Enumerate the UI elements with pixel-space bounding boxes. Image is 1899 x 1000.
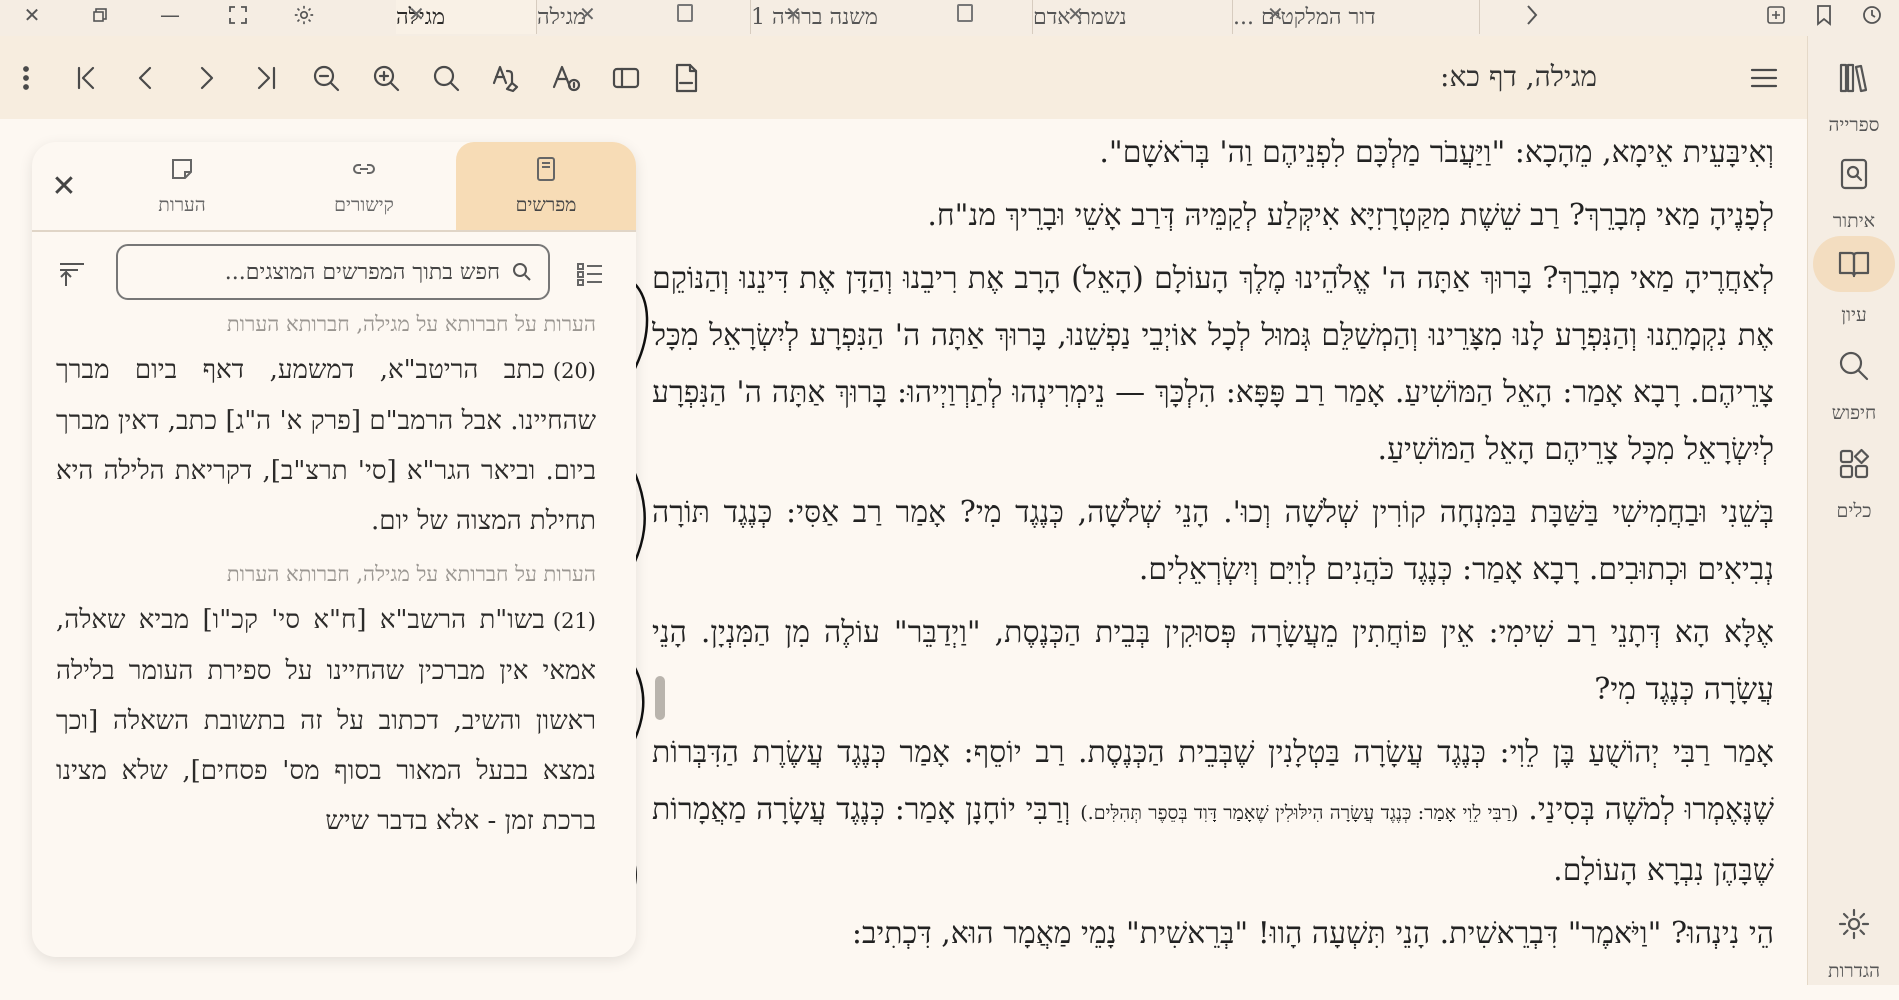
text-paragraph-with-note: אָמַר רַבִּי יְהוֹשֻׁעַ בֶּן לֵוִי: כְּנ… [652, 724, 1774, 899]
inline-small-note: (רַבִּי לֵוִי אָמַר: כְּנֶגֶד עֲשָׂרָה ה… [1080, 802, 1519, 824]
text-paragraph: אֶלָּא הָא דְּתָנֵי רַב שִׁימִי: אֵין פּ… [652, 615, 1774, 707]
commentary-text: כתב הריטב"א, דמשמע, דאף ביום מברך שהחיינ… [56, 355, 596, 536]
text-cleanup-icon[interactable] [484, 56, 528, 100]
tab-links[interactable]: קישורים [274, 142, 454, 230]
close-tab-icon[interactable]: ✕ [1067, 2, 1084, 26]
commentary-entry[interactable]: הערות על חברותא על מגילה, חברותא הערות (… [32, 562, 636, 846]
tab-nishmat-adam[interactable]: נשמת אדם ✕ [1032, 0, 1233, 34]
commentary-search-input[interactable]: חפש בתוך המפרשים המוצגים... [116, 244, 550, 300]
rail-item-library[interactable]: ספרייה [1808, 54, 1899, 154]
rail-item-label: ספרייה [1828, 114, 1880, 136]
close-window-icon[interactable]: ✕ [12, 0, 52, 30]
text-paragraph: וְאִיבָּעֵית אֵימָא, מֵהָכָא: "וַיַּעֲבֹ… [1099, 135, 1774, 170]
commentary-text-block: (21)בשו"ת הרשב"א [ח"א סי' קכ"ו] מביא שאל… [56, 595, 596, 846]
commentary-panel: מפרשים קישורים הערות ✕ חפש בתוך המפרשים … [32, 142, 636, 957]
scroll-tabs-icon[interactable] [1512, 0, 1552, 30]
tab-commentaries[interactable]: מפרשים [456, 142, 636, 230]
commentary-text-block: (20)כתב הריטב"א, דמשמע, דאף ביום מברך שה… [56, 345, 596, 546]
close-tab-icon[interactable]: ✕ [408, 2, 425, 26]
search-icon [510, 260, 534, 290]
sort-icon[interactable] [54, 256, 90, 292]
text-paragraph: בְּשֵׁנִי וּבַחֲמִישִׁי בַּשַּׁבָּת בַּמ… [652, 495, 1774, 587]
commentary-source: הערות על חברותא על מגילה, חברותא הערות [226, 312, 596, 336]
tab-label: הערות [158, 193, 206, 216]
pdf-file-icon [677, 4, 693, 22]
pdf-file-icon [957, 4, 973, 22]
footnote-number: (20) [552, 359, 596, 383]
main-text-area: וְאִיבָּעֵית אֵימָא, מֵהָכָא: "וַיַּעֲבֹ… [652, 124, 1774, 985]
rail-item-label: עיון [1841, 304, 1867, 326]
minimize-window-icon[interactable]: — [150, 0, 190, 30]
commentary-entry[interactable]: הערות על חברותא על מגילה, חברותא הערות (… [32, 312, 636, 546]
book-icon [533, 156, 559, 186]
menu-icon[interactable] [1742, 56, 1786, 100]
tab-label: קישורים [334, 193, 394, 216]
tab-mishnah-berurah[interactable]: משנה ברורה 1 ✕ [750, 0, 1033, 34]
zoom-in-icon[interactable] [364, 56, 408, 100]
next-page-icon[interactable] [184, 56, 228, 100]
library-icon [1830, 54, 1878, 102]
reader-toolbar: מגילה, דף כא: [0, 36, 1807, 119]
previous-page-icon[interactable] [124, 56, 168, 100]
search-icon[interactable] [424, 56, 468, 100]
panel-tabs: מפרשים קישורים הערות [32, 142, 636, 232]
tab-megillah-active[interactable]: מגילה ✕ [396, 0, 536, 34]
gear-icon[interactable] [284, 0, 324, 30]
rail-item-settings[interactable]: הגדרות [1808, 900, 1899, 1000]
scrollbar-thumb[interactable] [655, 676, 665, 720]
rail-item-search[interactable]: חיפוש [1808, 342, 1899, 442]
font-settings-icon[interactable] [544, 56, 588, 100]
close-tab-icon[interactable]: ✕ [785, 2, 802, 26]
split-view-icon[interactable] [604, 56, 648, 100]
panel-search-row: חפש בתוך המפרשים המוצגים... [32, 238, 636, 314]
rail-item-label: כלים [1836, 500, 1872, 522]
commentary-list: הערות על חברותא על מגילה, חברותא הערות (… [32, 306, 636, 957]
list-icon[interactable] [572, 256, 608, 292]
note-icon [169, 156, 195, 186]
rail-item-label: הגדרות [1827, 960, 1881, 982]
commentary-text: בשו"ת הרשב"א [ח"א סי' קכ"ו] מביא שאלה, א… [56, 605, 596, 836]
tab-label: דור המלקטים ... [1233, 5, 1376, 30]
tab-label: מפרשים [515, 193, 577, 216]
tab-label: משנה ברורה 1 [751, 5, 878, 30]
last-page-icon[interactable] [244, 56, 288, 100]
text-paragraph: הֵי נִינְהוּ? "וַיֹּאמֶר" דִּבְרֵאשִׁית.… [851, 916, 1774, 951]
text-paragraph: לְפָנֶיהָ מַאי מְבָרֵךְ? רַב שֵׁשֶׁת מִק… [927, 198, 1774, 233]
rail-item-locate[interactable]: איתור [1808, 150, 1899, 250]
locate-icon [1830, 150, 1878, 198]
text-paragraph: לְאַחֲרֶיהָ מַאי מְבָרֵךְ? בָּרוּךְ אַתָ… [652, 261, 1774, 467]
navigation-rail: ספרייה איתור עיון חיפוש כלים הגדרות [1807, 36, 1899, 985]
rail-item-tools[interactable]: כלים [1808, 440, 1899, 540]
search-placeholder: חפש בתוך המפרשים המוצגים... [224, 260, 500, 285]
rail-item-label: איתור [1832, 210, 1876, 232]
page-title: מגילה, דף כא: [1440, 60, 1597, 93]
commentary-source: הערות על חברותא על מגילה, חברותא הערות [226, 562, 596, 586]
tab-megillah[interactable]: מגילה ✕ [536, 0, 751, 34]
search-icon [1830, 342, 1878, 390]
new-tab-icon[interactable] [1756, 0, 1796, 30]
close-icon[interactable]: ✕ [44, 166, 84, 206]
more-options-icon[interactable] [6, 56, 46, 100]
first-page-icon[interactable] [64, 56, 108, 100]
rail-item-study[interactable]: עיון [1808, 236, 1899, 336]
study-icon [1813, 236, 1895, 292]
tab-notes[interactable]: הערות [92, 142, 272, 230]
restore-window-icon[interactable] [80, 0, 120, 30]
bookmark-icon[interactable] [1804, 0, 1844, 30]
tab-dor-hamelaktim[interactable]: דור המלקטים ... ✕ [1232, 0, 1480, 34]
close-tab-icon[interactable]: ✕ [579, 2, 596, 26]
tab-strip: ✕ — מגילה ✕ מגילה ✕ משנה ברורה 1 ✕ נשמת … [0, 0, 1899, 36]
gear-icon [1830, 900, 1878, 948]
zoom-out-icon[interactable] [304, 56, 348, 100]
tools-icon [1830, 440, 1878, 488]
history-icon[interactable] [1852, 0, 1892, 30]
rail-item-label: חיפוש [1831, 402, 1877, 424]
footnote-number: (21) [552, 609, 596, 633]
fullscreen-icon[interactable] [218, 0, 258, 30]
close-tab-icon[interactable]: ✕ [1267, 2, 1284, 26]
pdf-icon[interactable] [664, 56, 708, 100]
link-icon [351, 156, 377, 186]
